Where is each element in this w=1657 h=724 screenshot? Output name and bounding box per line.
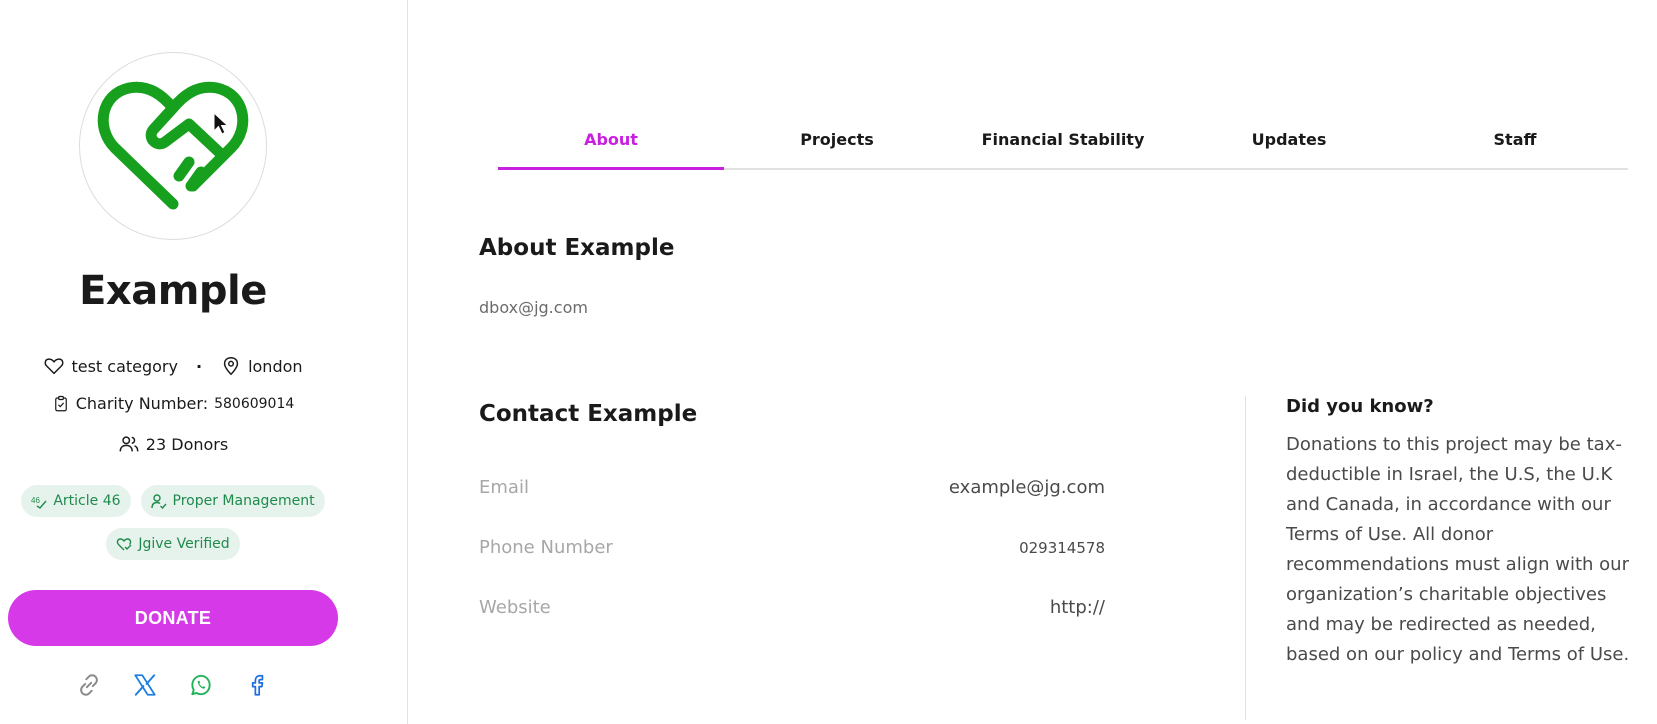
organization-logo bbox=[79, 52, 267, 240]
location-text: london bbox=[248, 356, 303, 376]
separator-dot: · bbox=[195, 356, 203, 376]
whatsapp-icon bbox=[191, 674, 211, 696]
share-x-button[interactable] bbox=[131, 671, 159, 699]
tab-updates[interactable]: Updates bbox=[1176, 120, 1402, 168]
contact-label: Email bbox=[479, 477, 529, 498]
contact-phone-value[interactable]: 029314578 bbox=[1019, 539, 1105, 557]
handshake-heart-icon bbox=[97, 81, 249, 210]
heart-icon bbox=[44, 358, 64, 375]
contact-row-website: Website http:// bbox=[479, 597, 1105, 618]
contact-heading: Contact Example bbox=[479, 401, 698, 427]
did-you-know-title: Did you know? bbox=[1286, 396, 1434, 417]
badge-label: Article 46 bbox=[53, 493, 121, 509]
category-location-row: test category · london bbox=[0, 355, 346, 377]
donors-count: 23 Donors bbox=[145, 434, 229, 454]
user-check-icon bbox=[150, 494, 167, 509]
organization-name: Example bbox=[79, 268, 267, 314]
badge-jgive-verified: Jgive Verified bbox=[106, 528, 240, 560]
tab-financial-stability[interactable]: Financial Stability bbox=[950, 120, 1176, 168]
contact-row-email: Email example@jg.com bbox=[479, 477, 1105, 498]
about-text: dbox@jg.com bbox=[479, 298, 588, 317]
donors-row: 23 Donors bbox=[0, 433, 346, 455]
charity-number-value: 580609014 bbox=[214, 395, 295, 412]
link-icon bbox=[80, 674, 98, 696]
location-pin-icon bbox=[223, 357, 239, 376]
tab-projects[interactable]: Projects bbox=[724, 120, 950, 168]
badges-row-1: 46 Article 46 Proper Management bbox=[0, 485, 346, 517]
charity-number-label: Charity Number: bbox=[75, 394, 209, 413]
article-46-icon: 46 bbox=[31, 496, 47, 509]
contact-website-value[interactable]: http:// bbox=[1050, 597, 1105, 618]
badges-row-2: Jgive Verified bbox=[0, 528, 346, 560]
copy-link-button[interactable] bbox=[75, 671, 103, 699]
did-you-know-text: Donations to this project may be tax-ded… bbox=[1286, 434, 1630, 665]
clipboard-check-icon bbox=[54, 395, 67, 411]
contact-email-value[interactable]: example@jg.com bbox=[949, 477, 1105, 498]
donate-button[interactable]: DONATE bbox=[8, 590, 338, 646]
share-buttons bbox=[0, 671, 346, 699]
badge-label: Proper Management bbox=[172, 493, 315, 509]
tab-staff[interactable]: Staff bbox=[1402, 120, 1628, 168]
mouse-cursor-icon bbox=[213, 112, 229, 135]
tab-about[interactable]: About bbox=[498, 120, 724, 170]
badge-article-46: 46 Article 46 bbox=[21, 485, 131, 517]
profile-tabs: About Projects Financial Stability Updat… bbox=[498, 120, 1628, 170]
about-heading: About Example bbox=[479, 235, 675, 261]
share-facebook-button[interactable] bbox=[243, 671, 271, 699]
content-divider bbox=[1245, 396, 1246, 720]
contact-label: Website bbox=[479, 597, 551, 618]
x-icon bbox=[134, 674, 156, 696]
profile-sidebar: Example test category · london Charity N… bbox=[0, 0, 408, 724]
heart-check-icon bbox=[117, 538, 132, 551]
charity-number-row: Charity Number: 580609014 bbox=[0, 394, 346, 413]
facebook-icon bbox=[251, 674, 264, 696]
contact-row-phone: Phone Number 029314578 bbox=[479, 537, 1105, 558]
svg-text:46: 46 bbox=[31, 496, 40, 505]
share-whatsapp-button[interactable] bbox=[187, 671, 215, 699]
badge-label: Jgive Verified bbox=[138, 536, 230, 552]
badge-proper-management: Proper Management bbox=[140, 485, 325, 517]
contact-label: Phone Number bbox=[479, 537, 613, 558]
category-text: test category bbox=[71, 356, 178, 376]
users-icon bbox=[119, 436, 139, 452]
